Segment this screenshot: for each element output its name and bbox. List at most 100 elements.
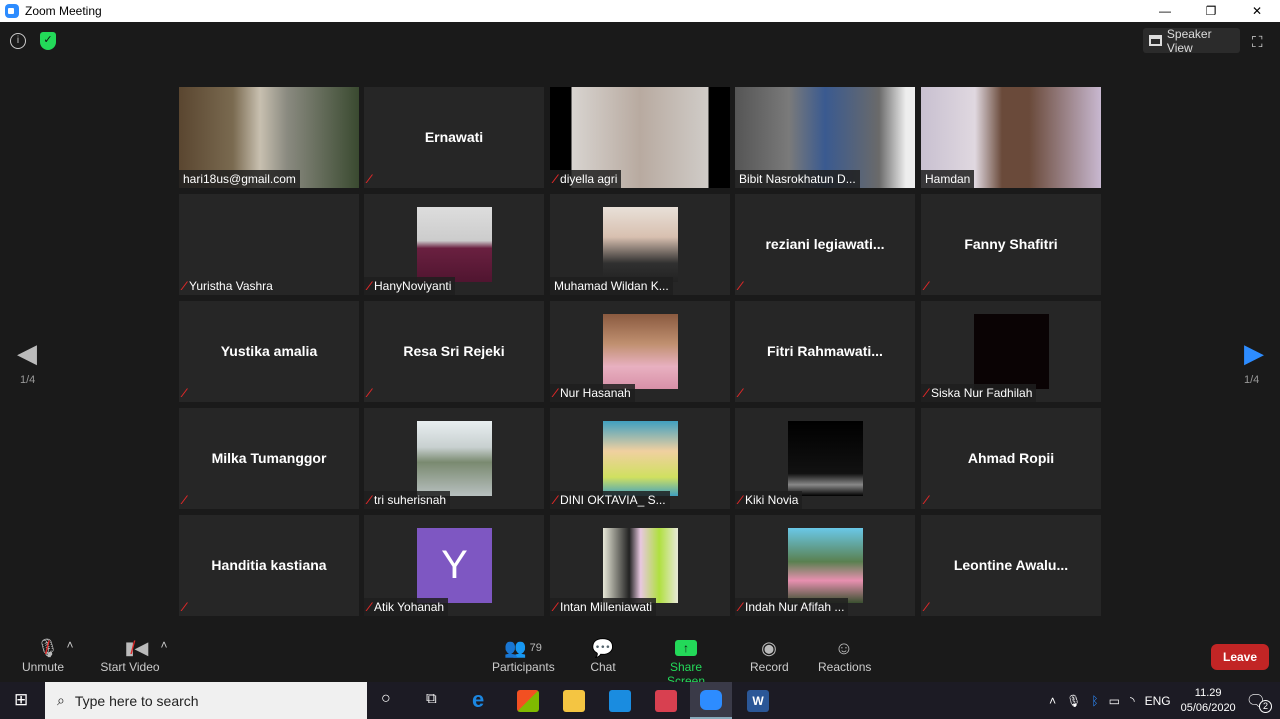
participant-tile[interactable]: ⁄ Intan Milleniawati — [550, 515, 730, 616]
speaker-view-button[interactable]: Speaker View — [1143, 27, 1240, 55]
audio-options-chevron-icon[interactable]: ˄ — [64, 638, 76, 652]
file-explorer-icon[interactable] — [563, 690, 585, 712]
participant-tile[interactable]: Hamdan — [921, 87, 1101, 188]
windows-start-icon[interactable]: ⊞ — [14, 690, 28, 710]
video-off-icon: ▮◀ / — [124, 637, 149, 658]
participant-photo — [417, 207, 492, 282]
participant-name: Intan Milleniawati — [560, 600, 653, 614]
participant-display-name: Milka Tumanggor — [211, 450, 327, 466]
share-screen-button[interactable]: ↑ Share Screen — [650, 636, 722, 688]
participant-tile[interactable]: ⁄ diyella agri — [550, 87, 730, 188]
show-hidden-icons-icon[interactable]: ˄ — [1049, 694, 1056, 708]
participant-tile[interactable]: ⁄ tri suherisnah — [364, 408, 544, 509]
participant-tile[interactable]: Milka Tumanggor ⁄ — [179, 408, 359, 509]
record-button[interactable]: ◉ Record — [750, 636, 789, 675]
record-icon: ◉ — [761, 637, 777, 658]
participant-name: Nur Hasanah — [560, 386, 631, 400]
participant-tile[interactable]: Y ⁄ Atik Yohanah — [364, 515, 544, 616]
next-page-arrow-icon[interactable]: ▶ — [1244, 338, 1264, 369]
app-icon[interactable] — [655, 690, 677, 712]
participant-tile[interactable]: Muhamad Wildan K... — [550, 194, 730, 295]
chat-icon: 💬 — [591, 637, 615, 658]
leave-button[interactable]: Leave — [1211, 644, 1269, 670]
participant-tile[interactable]: ⁄ Indah Nur Afifah ... — [735, 515, 915, 616]
notifications-icon[interactable]: 🗨 2 — [1246, 691, 1272, 713]
fullscreen-icon[interactable]: ⛶ — [1252, 34, 1263, 51]
unmute-button[interactable]: 🎙 / Unmute — [20, 636, 66, 675]
taskbar-search-box[interactable]: ⌕ Type here to search — [45, 682, 367, 719]
record-label: Record — [750, 660, 789, 674]
participant-avatar: Y — [417, 528, 492, 603]
search-placeholder: Type here to search — [74, 692, 199, 709]
shield-icon[interactable]: ✓ — [40, 32, 56, 50]
muted-mic-icon: ⁄ — [925, 600, 928, 614]
word-icon[interactable]: W — [747, 690, 769, 712]
participant-name: hari18us@gmail.com — [183, 172, 296, 186]
chat-button[interactable]: 💬 Chat — [588, 636, 618, 675]
minimize-button[interactable]: — — [1142, 0, 1188, 22]
muted-mic-icon: ⁄ — [925, 386, 928, 400]
participant-tile[interactable]: Bibit Nasrokhatun D... — [735, 87, 915, 188]
participant-photo — [603, 314, 678, 389]
restore-button[interactable]: ❐ — [1188, 0, 1234, 22]
participant-name: diyella agri — [560, 172, 618, 186]
participant-tile[interactable]: ⁄ Yuristha Vashra — [179, 194, 359, 295]
participant-photo — [417, 421, 492, 496]
participants-button[interactable]: 👥 79 Participants — [492, 636, 555, 675]
participant-tile[interactable]: ⁄ Kiki Novia — [735, 408, 915, 509]
participant-tile[interactable]: Handitia kastiana ⁄ — [179, 515, 359, 616]
participant-photo — [788, 421, 863, 496]
participant-tile[interactable]: ⁄ Siska Nur Fadhilah — [921, 301, 1101, 402]
video-options-chevron-icon[interactable]: ˄ — [158, 638, 170, 652]
battery-icon[interactable]: ▭ — [1109, 694, 1120, 708]
participant-display-name: reziani legiawati... — [765, 236, 885, 252]
unmute-label: Unmute — [21, 660, 65, 674]
participant-name: Muhamad Wildan K... — [554, 279, 669, 293]
participant-name: tri suherisnah — [374, 493, 447, 507]
wifi-icon[interactable]: ◝ — [1130, 694, 1135, 708]
participant-tile[interactable]: Ernawati ⁄ — [364, 87, 544, 188]
participant-name: DINI OKTAVIA_ S... — [560, 493, 666, 507]
participant-display-name: Fitri Rahmawati... — [767, 343, 883, 359]
participant-tile[interactable]: Resa Sri Rejeki ⁄ — [364, 301, 544, 402]
participant-tile[interactable]: ⁄ DINI OKTAVIA_ S... — [550, 408, 730, 509]
notification-count: 2 — [1259, 699, 1272, 713]
participant-tile[interactable]: hari18us@gmail.com — [179, 87, 359, 188]
clock-date: 05/06/2020 — [1180, 701, 1236, 714]
participant-tile[interactable]: Leontine Awalu... ⁄ — [921, 515, 1101, 616]
zoom-taskbar-button[interactable] — [690, 682, 732, 719]
language-indicator[interactable]: ENG — [1145, 694, 1171, 708]
participant-tile[interactable]: Ahmad Ropii ⁄ — [921, 408, 1101, 509]
participant-tile[interactable]: Fanny Shafitri ⁄ — [921, 194, 1101, 295]
participant-display-name: Ahmad Ropii — [967, 450, 1055, 466]
clock[interactable]: 11.29 05/06/2020 — [1181, 686, 1236, 716]
participant-photo — [603, 207, 678, 282]
store-icon[interactable] — [517, 690, 539, 712]
participant-tile[interactable]: ⁄ Nur Hasanah — [550, 301, 730, 402]
participant-tile[interactable]: ⁄ HanyNoviyanti — [364, 194, 544, 295]
cortana-icon[interactable]: ○ — [381, 690, 391, 708]
participant-tile[interactable]: Yustika amalia ⁄ — [179, 301, 359, 402]
zoom-logo-icon — [5, 4, 19, 18]
prev-page-arrow-icon[interactable]: ◀ — [17, 338, 37, 369]
participant-tile[interactable]: reziani legiawati... ⁄ — [735, 194, 915, 295]
muted-mic-icon: ⁄ — [554, 600, 557, 614]
muted-mic-icon: ⁄ — [368, 600, 371, 614]
bluetooth-icon[interactable]: ᛒ — [1091, 694, 1098, 708]
muted-mic-icon: ⁄ — [554, 172, 557, 186]
muted-mic-icon: ⁄ — [925, 279, 928, 293]
participant-tile[interactable]: Fitri Rahmawati... ⁄ — [735, 301, 915, 402]
start-video-button[interactable]: ▮◀ / Start Video — [100, 636, 160, 675]
reactions-button[interactable]: ☺ Reactions — [818, 636, 871, 675]
mail-icon[interactable] — [609, 690, 631, 712]
edge-icon[interactable]: e — [472, 689, 494, 712]
microphone-icon[interactable]: 🎙 — [1066, 694, 1081, 708]
close-button[interactable]: ✕ — [1234, 0, 1280, 22]
muted-mic-icon: ⁄ — [554, 386, 557, 400]
windows-taskbar: ⊞ ⌕ Type here to search ○ ⧉ e W ˄ 🎙 ᛒ ▭ ◝… — [0, 682, 1280, 719]
search-icon: ⌕ — [57, 692, 65, 708]
share-screen-icon: ↑ — [675, 640, 697, 656]
task-view-icon[interactable]: ⧉ — [426, 690, 437, 707]
info-icon[interactable]: i — [10, 33, 26, 49]
participant-photo — [603, 421, 678, 496]
